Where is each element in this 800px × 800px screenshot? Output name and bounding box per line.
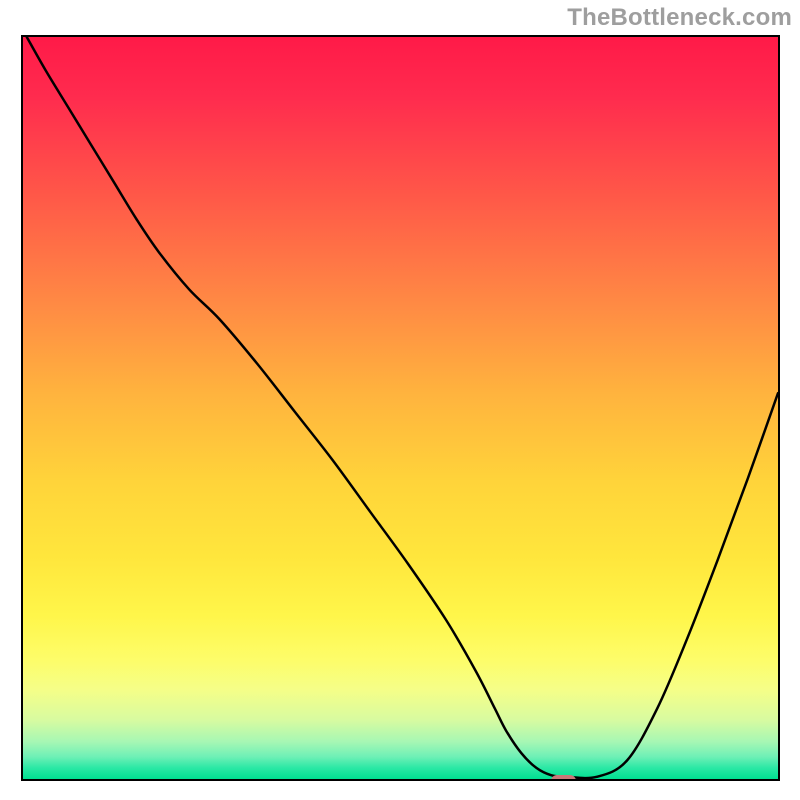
bottleneck-curve <box>23 37 778 779</box>
chart-wrapper: TheBottleneck.com <box>0 0 800 800</box>
optimal-marker-icon <box>551 775 575 781</box>
watermark-text: TheBottleneck.com <box>567 4 792 32</box>
plot-area <box>21 35 780 781</box>
